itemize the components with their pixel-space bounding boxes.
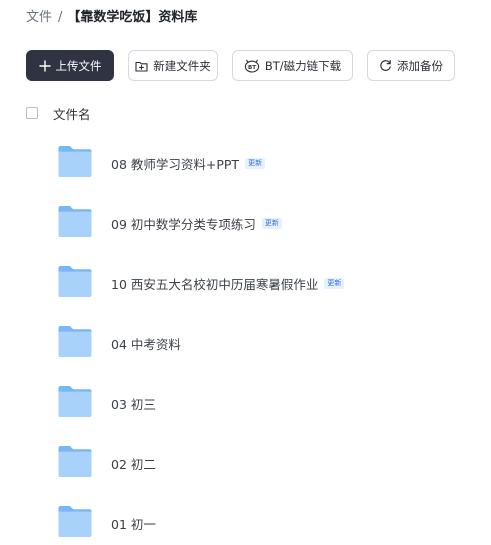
updated-badge: 更新 — [261, 217, 282, 229]
file-row[interactable]: 01 初一 — [57, 505, 156, 541]
folder-icon — [57, 444, 93, 482]
svg-text:BT: BT — [248, 65, 256, 71]
folder-icon — [57, 504, 93, 542]
plus-icon — [38, 59, 51, 72]
file-name[interactable]: 02 初二 — [111, 454, 156, 473]
file-name[interactable]: 04 中考资料 — [111, 334, 181, 353]
add-backup-button[interactable]: 添加备份 — [367, 50, 455, 81]
file-name[interactable]: 09 初中数学分类专项练习 — [111, 214, 256, 233]
upload-file-button[interactable]: 上传文件 — [26, 50, 114, 81]
file-row[interactable]: 08 教师学习资料+PPT 更新 — [57, 144, 266, 182]
new-folder-button[interactable]: 新建文件夹 — [128, 50, 218, 81]
file-name-column-header[interactable]: 文件名 — [53, 104, 91, 123]
new-folder-label: 新建文件夹 — [153, 58, 211, 73]
breadcrumb: 文件 / 【靠数学吃饭】资料库 — [26, 8, 197, 28]
file-row[interactable]: 10 西安五大名校初中历届寒暑假作业 更新 — [57, 264, 345, 302]
folder-icon — [57, 264, 93, 302]
select-all-checkbox[interactable] — [26, 107, 38, 119]
toolbar: 上传文件 新建文件夹 BT BT/磁力链下载 添加备份 — [26, 50, 455, 81]
file-row[interactable]: 03 初三 — [57, 385, 156, 421]
updated-badge: 更新 — [324, 277, 345, 289]
file-row[interactable]: 04 中考资料 — [57, 325, 181, 361]
file-name[interactable]: 01 初一 — [111, 514, 156, 533]
folder-icon — [57, 144, 93, 182]
updated-badge: 更新 — [245, 157, 266, 169]
folder-icon — [57, 204, 93, 242]
upload-file-label: 上传文件 — [55, 58, 102, 73]
file-row[interactable]: 09 初中数学分类专项练习 更新 — [57, 205, 282, 241]
bt-magnet-download-button[interactable]: BT BT/磁力链下载 — [232, 50, 353, 81]
folder-plus-icon — [135, 60, 148, 72]
file-name[interactable]: 10 西安五大名校初中历届寒暑假作业 — [111, 274, 318, 293]
breadcrumb-root[interactable]: 文件 — [26, 8, 52, 28]
bt-magnet-download-label: BT/磁力链下载 — [264, 58, 342, 73]
bt-magnet-icon: BT — [244, 59, 260, 73]
file-name[interactable]: 03 初三 — [111, 394, 156, 413]
file-name[interactable]: 08 教师学习资料+PPT — [111, 154, 239, 173]
folder-icon — [57, 384, 93, 422]
file-list-header: 文件名 — [26, 104, 91, 122]
add-backup-label: 添加备份 — [397, 58, 443, 73]
file-row[interactable]: 02 初二 — [57, 445, 156, 481]
file-library-page: 文件 / 【靠数学吃饭】资料库 上传文件 新建文件夹 BT BT/磁力链下载 添… — [0, 0, 491, 545]
refresh-icon — [379, 59, 392, 72]
breadcrumb-separator: / — [58, 10, 63, 25]
breadcrumb-current: 【靠数学吃饭】资料库 — [67, 10, 198, 25]
folder-icon — [57, 324, 93, 362]
